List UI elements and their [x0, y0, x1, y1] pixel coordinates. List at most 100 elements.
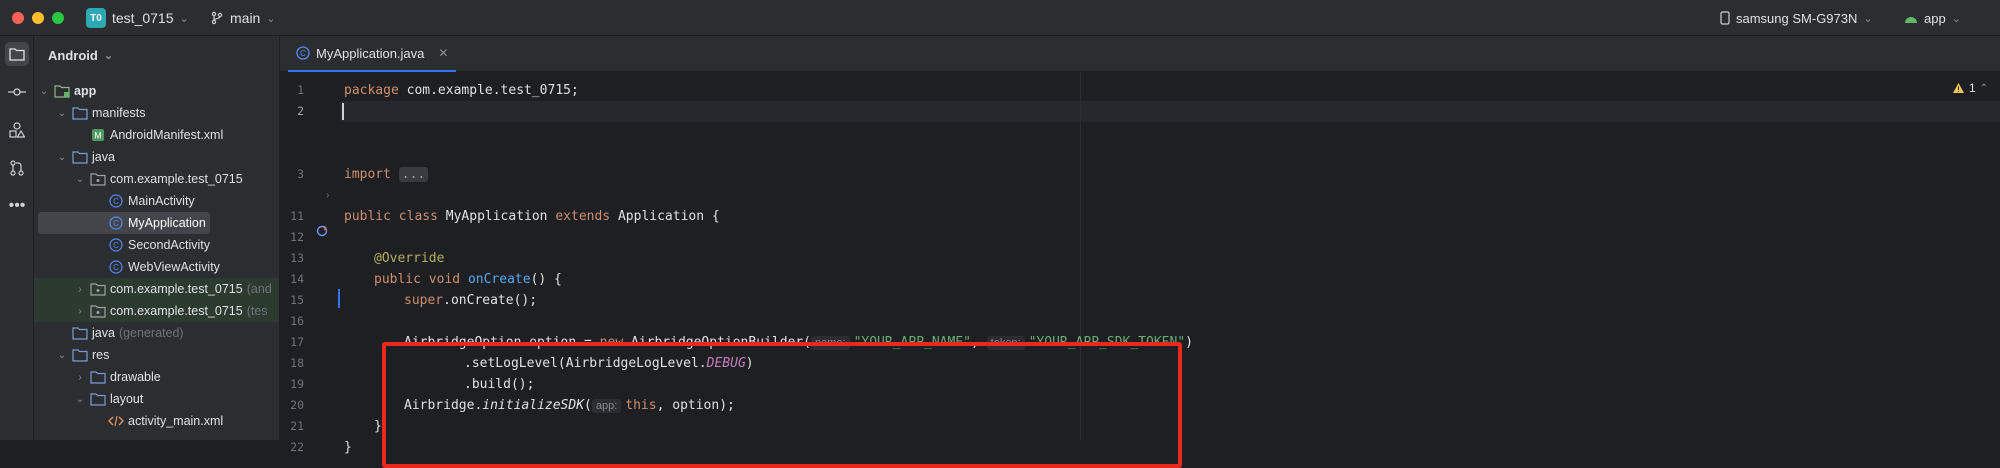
tree-item-label: layout — [110, 392, 144, 406]
fold-arrow-icon[interactable]: › — [326, 190, 329, 201]
chevron-down-icon: ⌄ — [1863, 12, 1873, 25]
java-class-icon: C — [108, 215, 124, 231]
folder-icon — [72, 347, 88, 363]
package-icon — [90, 171, 106, 187]
super-call: .onCreate(); — [443, 293, 538, 308]
tree-item-label: com.example.test_0715 — [110, 282, 243, 296]
code-line-14: public void onCreate() { — [374, 269, 562, 290]
tree-item[interactable]: › com.example.test_0715 (tes — [34, 300, 279, 322]
resource-manager-button[interactable] — [5, 118, 29, 142]
git-branch-icon — [211, 11, 223, 25]
folder-icon — [72, 325, 88, 341]
java-class-icon: C — [108, 237, 124, 253]
manifest-icon: M — [90, 127, 106, 143]
chevron-down-icon[interactable]: ⌄ — [56, 152, 68, 163]
project-view-selector[interactable]: Android ⌄ — [48, 48, 113, 63]
tree-item-label: manifests — [92, 106, 146, 120]
svg-text:C: C — [300, 49, 306, 58]
tree-item-label: java — [92, 326, 115, 340]
line-number: 2 — [297, 104, 304, 118]
commit-tool-button[interactable] — [5, 80, 29, 104]
tree-item[interactable]: ⌄ layout — [34, 388, 279, 410]
java-class-icon: C — [108, 193, 124, 209]
more-tools-icon[interactable]: ••• — [5, 194, 29, 218]
keyword: void — [428, 272, 461, 287]
code-line-21: } — [374, 416, 382, 437]
pull-request-icon — [10, 160, 24, 176]
tree-item[interactable]: M AndroidManifest.xml — [34, 124, 279, 146]
project-panel: Android ⌄ ⌄ app ⌄ manifests M AndroidManifest… — [34, 36, 280, 440]
minimize-window-button[interactable] — [32, 12, 44, 24]
tree-item[interactable]: › drawable — [34, 366, 279, 388]
code-line-13: @Override — [374, 248, 444, 269]
override-marker-icon[interactable] — [316, 225, 328, 237]
tree-item[interactable]: ⌄ res — [34, 344, 279, 366]
chevron-up-icon[interactable]: ⌃ — [1980, 83, 1988, 94]
tree-item[interactable]: C WebViewActivity — [34, 256, 279, 278]
run-config-selector[interactable]: app ⌄ — [1904, 7, 1961, 29]
branch-selector[interactable]: main ⌄ — [210, 7, 276, 29]
keyword: package — [344, 83, 399, 98]
maximize-window-button[interactable] — [52, 12, 64, 24]
tree-item-label: WebViewActivity — [128, 260, 220, 274]
folded-imports[interactable]: ... — [398, 167, 429, 182]
chevron-down-icon: ⌄ — [266, 12, 276, 25]
package-icon — [90, 303, 106, 319]
device-name: samsung SM-G973N — [1736, 10, 1858, 26]
line-number: 3 — [297, 167, 304, 181]
tree-item-suffix: (generated) — [118, 326, 184, 340]
close-window-button[interactable] — [12, 12, 24, 24]
tree-item-label: com.example.test_0715 — [110, 304, 243, 318]
highlight-box — [382, 342, 1182, 468]
tree-item-label: AndroidManifest.xml — [110, 128, 224, 142]
tree-item[interactable]: ⌄ manifests — [34, 102, 279, 124]
shapes-icon — [9, 122, 25, 138]
class-name: MyApplication — [445, 209, 548, 224]
warning-icon — [1953, 83, 1964, 93]
line-number: 11 — [290, 209, 304, 223]
project-badge: T0 — [86, 8, 106, 28]
tree-item[interactable]: ⌄ java — [34, 146, 279, 168]
tree-item-label: MyApplication — [128, 216, 206, 230]
tree-item[interactable]: ⌄ com.example.test_0715 — [34, 168, 279, 190]
code-editor[interactable]: package com.example.test_0715; import ..… — [340, 72, 2000, 468]
tree-item[interactable]: C MyApplication — [38, 212, 210, 234]
code-line-22: } — [344, 437, 352, 458]
chevron-down-icon[interactable]: ⌄ — [56, 108, 68, 119]
line-number: 13 — [290, 251, 304, 265]
tree-item[interactable]: activity_main.xml — [34, 410, 279, 432]
tree-item-label: com.example.test_0715 — [110, 172, 243, 186]
project-selector[interactable]: T0 test_0715 ⌄ — [86, 7, 189, 29]
chevron-down-icon[interactable]: ⌄ — [74, 174, 86, 185]
parent-class: Application { — [617, 209, 720, 224]
tab-myapplication[interactable]: C MyApplication.java ✕ — [288, 36, 457, 72]
closing-brace: } — [344, 440, 352, 455]
close-tab-icon[interactable]: ✕ — [438, 46, 448, 60]
tree-item[interactable]: C MainActivity — [34, 190, 279, 212]
folder-icon — [90, 369, 106, 385]
chevron-down-icon[interactable]: ⌄ — [38, 86, 50, 97]
tree-item[interactable]: java (generated) — [34, 322, 279, 344]
tree-item[interactable]: C SecondActivity — [34, 234, 279, 256]
project-tool-button[interactable] — [5, 42, 29, 66]
chevron-down-icon[interactable]: ⌄ — [56, 350, 68, 361]
chevron-down-icon[interactable]: ⌄ — [74, 394, 86, 405]
tree-item-label: SecondActivity — [128, 238, 210, 252]
chevron-down-icon: ⌄ — [179, 12, 189, 25]
device-selector[interactable]: samsung SM-G973N ⌄ — [1720, 7, 1873, 29]
java-class-icon: C — [296, 46, 310, 60]
chevron-right-icon[interactable]: › — [74, 306, 86, 317]
project-view-mode: Android — [48, 48, 98, 63]
pull-requests-button[interactable] — [5, 156, 29, 180]
line-number: 14 — [290, 272, 304, 286]
chevron-down-icon: ⌄ — [103, 50, 114, 62]
tree-item[interactable]: › com.example.test_0715 (and — [34, 278, 279, 300]
inspection-widget[interactable]: 1 ⌃ — [1952, 81, 1988, 95]
text-caret — [342, 103, 344, 120]
chevron-right-icon[interactable]: › — [74, 372, 86, 383]
svg-text:C: C — [113, 241, 119, 250]
tree-item[interactable]: ⌄ app — [34, 80, 279, 102]
commit-icon — [8, 88, 26, 96]
keyword: extends — [555, 209, 611, 224]
chevron-right-icon[interactable]: › — [74, 284, 86, 295]
